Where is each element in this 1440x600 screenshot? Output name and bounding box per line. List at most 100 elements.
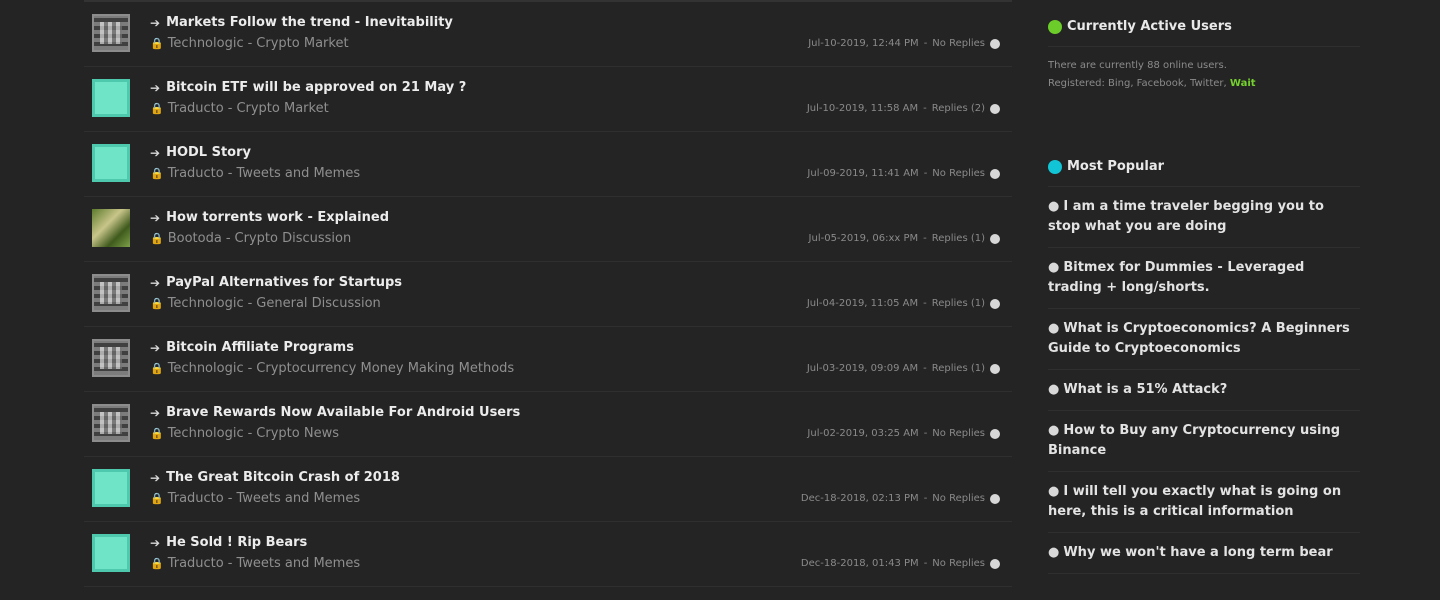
thread-replies[interactable]: Replies (1) — [932, 233, 985, 244]
thread-row[interactable]: ➔ How torrents work - Explained 🔒 Bootod… — [84, 197, 1012, 262]
thread-row[interactable]: ➔ Markets Follow the trend - Inevitabili… — [84, 2, 1012, 67]
thread-forum[interactable]: Crypto Discussion — [235, 231, 352, 246]
thread-title[interactable]: Bitcoin ETF will be approved on 21 May ? — [166, 80, 466, 95]
thread-date: Dec-18-2018, 01:43 PM — [800, 558, 919, 569]
thread-replies[interactable]: No Replies — [932, 428, 985, 439]
popular-item-title[interactable]: Bitmex for Dummies - Leveraged trading +… — [1048, 260, 1304, 295]
goto-post-icon[interactable] — [990, 558, 1000, 569]
thread-replies[interactable]: Replies (1) — [932, 363, 985, 374]
thread-author[interactable]: Technologic — [168, 426, 244, 441]
goto-post-icon[interactable] — [990, 168, 1000, 179]
thread-replies[interactable]: No Replies — [932, 558, 985, 569]
popular-item[interactable]: ● What is Cryptoeconomics? A Beginners Gu… — [1048, 309, 1360, 370]
user-avatar[interactable] — [92, 534, 130, 572]
thread-row[interactable]: ➔ HODL Story 🔒 Traducto - Tweets and Mem… — [84, 132, 1012, 197]
page: ➔ Markets Follow the trend - Inevitabili… — [0, 0, 1440, 600]
popular-item[interactable]: ● I will tell you exactly what is going o… — [1048, 472, 1360, 533]
thread-author[interactable]: Traducto — [168, 491, 224, 506]
thread-forum[interactable]: Tweets and Memes — [236, 166, 360, 181]
goto-post-icon[interactable] — [990, 38, 1000, 49]
thread-author[interactable]: Bootoda — [168, 231, 222, 246]
user-avatar[interactable] — [92, 14, 130, 52]
thread-row[interactable]: ➔ The Great Bitcoin Crash of 2018 🔒 Trad… — [84, 457, 1012, 522]
popular-item[interactable]: ● Why we won't have a long term bear — [1048, 533, 1360, 574]
goto-post-icon[interactable] — [990, 428, 1000, 439]
goto-post-icon[interactable] — [990, 493, 1000, 504]
active-users-more-link[interactable]: Wait — [1230, 78, 1256, 89]
popular-item-title[interactable]: How to Buy any Cryptocurrency using Bina… — [1048, 423, 1340, 458]
user-icon: 🔒 — [150, 37, 164, 50]
most-popular-widget: Most Popular ● I am a time traveler beggi… — [1048, 159, 1360, 574]
thread-title-row: ➔ Bitcoin ETF will be approved on 21 May… — [150, 80, 466, 95]
stats-separator: - — [923, 38, 928, 49]
thread-author[interactable]: Traducto — [168, 101, 224, 116]
popular-item-title[interactable]: What is Cryptoeconomics? A Beginners Gui… — [1048, 321, 1350, 356]
user-avatar[interactable] — [92, 79, 130, 117]
thread-forum[interactable]: General Discussion — [256, 296, 381, 311]
popular-item-title[interactable]: I am a time traveler begging you to stop… — [1048, 199, 1324, 234]
goto-post-icon[interactable] — [990, 233, 1000, 244]
thread-author[interactable]: Traducto — [168, 556, 224, 571]
thread-arrow-icon: ➔ — [150, 535, 161, 550]
thread-title[interactable]: Brave Rewards Now Available For Android … — [166, 405, 520, 420]
thread-replies[interactable]: Replies (2) — [932, 103, 985, 114]
goto-post-icon[interactable] — [990, 298, 1000, 309]
user-avatar[interactable] — [92, 209, 130, 247]
user-icon: 🔒 — [150, 167, 164, 180]
user-avatar[interactable] — [92, 144, 130, 182]
thread-title-row: ➔ The Great Bitcoin Crash of 2018 — [150, 470, 400, 485]
thread-author[interactable]: Technologic — [168, 36, 244, 51]
thread-stats: Jul-09-2019, 11:41 AM - No Replies — [807, 168, 1000, 179]
goto-post-icon[interactable] — [990, 363, 1000, 374]
thread-title[interactable]: The Great Bitcoin Crash of 2018 — [166, 470, 400, 485]
user-avatar[interactable] — [92, 469, 130, 507]
thread-replies[interactable]: Replies (1) — [932, 298, 985, 309]
thread-title[interactable]: Markets Follow the trend - Inevitability — [166, 15, 453, 30]
user-avatar[interactable] — [92, 339, 130, 377]
stats-separator: - — [923, 363, 927, 374]
thread-stats: Jul-03-2019, 09:09 AM - Replies (1) — [807, 363, 1000, 374]
meta-separator: - — [247, 296, 253, 311]
thread-title[interactable]: He Sold ! Rip Bears — [166, 535, 307, 550]
thread-row[interactable]: ➔ He Sold ! Rip Bears 🔒 Traducto - Tweet… — [84, 522, 1012, 587]
popular-item[interactable]: ● How to Buy any Cryptocurrency using Bin… — [1048, 411, 1360, 472]
thread-forum[interactable]: Tweets and Memes — [236, 491, 360, 506]
popular-item[interactable]: ● What is a 51% Attack? — [1048, 370, 1360, 411]
thread-forum[interactable]: Crypto News — [256, 426, 339, 441]
popular-item[interactable]: ● Bitmex for Dummies - Leveraged trading … — [1048, 248, 1360, 309]
stats-separator: - — [923, 103, 927, 114]
user-icon: 🔒 — [150, 362, 164, 375]
thread-title[interactable]: How torrents work - Explained — [166, 210, 389, 225]
thread-replies[interactable]: No Replies — [932, 493, 985, 504]
user-avatar[interactable] — [92, 404, 130, 442]
bullet-icon: ● — [1048, 484, 1060, 499]
thread-forum[interactable]: Crypto Market — [256, 36, 348, 51]
thread-forum[interactable]: Crypto Market — [236, 101, 328, 116]
thread-author[interactable]: Technologic — [168, 296, 244, 311]
thread-replies[interactable]: No Replies — [932, 168, 985, 179]
bullet-icon: ● — [1048, 321, 1060, 336]
popular-item-title[interactable]: What is a 51% Attack? — [1063, 382, 1227, 397]
thread-row[interactable]: ➔ Bitcoin Affiliate Programs 🔒 Technolog… — [84, 327, 1012, 392]
popular-item[interactable]: ● I am a time traveler begging you to sto… — [1048, 187, 1360, 248]
thread-row[interactable]: ➔ PayPal Alternatives for Startups 🔒 Tec… — [84, 262, 1012, 327]
thread-row[interactable]: ➔ Brave Rewards Now Available For Androi… — [84, 392, 1012, 457]
thread-title[interactable]: HODL Story — [166, 145, 251, 160]
thread-title[interactable]: PayPal Alternatives for Startups — [166, 275, 402, 290]
thread-forum[interactable]: Tweets and Memes — [236, 556, 360, 571]
thread-stats: Dec-18-2018, 01:43 PM - No Replies — [801, 558, 1000, 569]
user-avatar[interactable] — [92, 274, 130, 312]
popular-item-title[interactable]: I will tell you exactly what is going on… — [1048, 484, 1341, 519]
popular-item-title[interactable]: Why we won't have a long term bear — [1063, 545, 1332, 560]
thread-author[interactable]: Technologic — [168, 361, 244, 376]
goto-post-icon[interactable] — [990, 103, 1000, 114]
thread-stats: Jul-02-2019, 03:25 AM - No Replies — [807, 428, 1000, 439]
thread-date: Jul-10-2019, 12:44 PM — [808, 38, 919, 49]
thread-replies[interactable]: No Replies — [932, 38, 985, 49]
thread-forum[interactable]: Cryptocurrency Money Making Methods — [256, 361, 514, 376]
active-users-registered: Registered: Bing, Facebook, Twitter, Wai… — [1048, 75, 1360, 93]
thread-row[interactable]: ➔ Bitcoin ETF will be approved on 21 May… — [84, 67, 1012, 132]
thread-title-row: ➔ How torrents work - Explained — [150, 210, 389, 225]
thread-author[interactable]: Traducto — [168, 166, 224, 181]
thread-title[interactable]: Bitcoin Affiliate Programs — [166, 340, 354, 355]
